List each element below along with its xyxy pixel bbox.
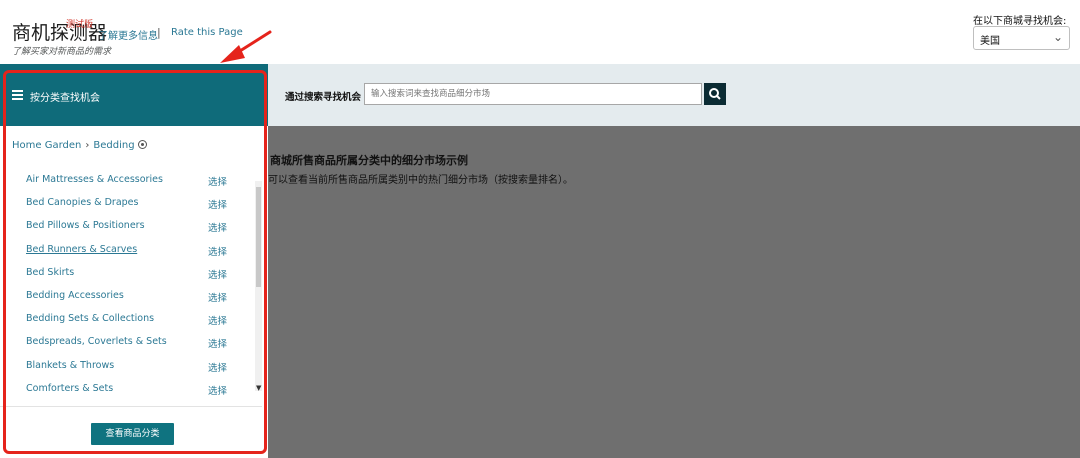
category-link[interactable]: Bed Pillows & Positioners [26,220,145,231]
breadcrumb-home-garden[interactable]: Home Garden [12,140,81,151]
category-link[interactable]: Bed Runners & Scarves [26,244,137,255]
top-header: 商机探测器 测试版 了解买家对新商品的需求 了解更多信息 | Rate this… [0,0,1080,64]
select-category-button[interactable]: 选择 [208,197,227,211]
category-panel: 按分类查找机会 Home Garden › Bedding Air Mattress… [0,64,268,458]
marketplace-selected-value: 美国 [980,36,1000,47]
header-separator: | [157,26,161,39]
category-panel-header: 按分类查找机会 [0,64,268,126]
search-button[interactable] [704,83,726,105]
beta-badge: 测试版 [66,20,94,30]
view-categories-button[interactable]: 查看商品分类 [91,423,174,445]
main-content-overlay: 商城所售商品所属分类中的细分市场示例 可以查看当前所售商品所属类别中的热门细分市… [268,126,1080,458]
list-item: Bedding Sets & Collections 选择 [0,307,255,330]
breadcrumb-bedding[interactable]: Bedding [93,140,134,151]
category-link[interactable]: Air Mattresses & Accessories [26,174,163,185]
search-label: 通过搜索寻找机会 [285,92,362,103]
list-item: Bed Skirts 选择 [0,261,255,284]
category-link[interactable]: Blankets & Throws [26,360,114,371]
category-link[interactable]: Bed Canopies & Drapes [26,197,138,208]
learn-more-link[interactable]: 了解更多信息 [98,27,158,42]
panel-divider [0,406,262,407]
category-link[interactable]: Bedding Sets & Collections [26,313,154,324]
list-item: Bed Pillows & Positioners 选择 [0,214,255,237]
category-link[interactable]: Bed Skirts [26,267,74,278]
chevron-right-icon: › [85,140,90,151]
select-category-button[interactable]: 选择 [208,313,227,327]
select-category-button[interactable]: 选择 [208,360,227,374]
list-item: Bedspreads, Coverlets & Sets 选择 [0,330,255,353]
select-category-button[interactable]: 选择 [208,383,227,397]
rate-page-link[interactable]: Rate this Page [171,27,243,38]
select-category-button[interactable]: 选择 [208,267,227,281]
scrollbar-thumb[interactable] [256,187,261,287]
select-category-button[interactable]: 选择 [208,336,227,350]
info-icon[interactable] [137,140,147,149]
scroll-down-arrow-icon[interactable]: ▼ [256,384,261,392]
menu-icon[interactable] [12,90,23,100]
search-input[interactable] [364,83,702,105]
marketplace-select[interactable]: 美国 ⌄ [973,26,1070,50]
category-panel-title: 按分类查找机会 [30,93,100,104]
region-label: 在以下商城寻找机会: [973,16,1067,27]
search-icon [709,88,721,100]
list-item: Bed Canopies & Drapes 选择 [0,191,255,214]
list-item: Air Mattresses & Accessories 选择 [0,168,255,191]
search-section: 通过搜索寻找机会 [268,64,1080,126]
category-link[interactable]: Bedding Accessories [26,290,124,301]
select-category-button[interactable]: 选择 [208,220,227,234]
category-scrollbar[interactable] [255,181,262,391]
select-category-button[interactable]: 选择 [208,174,227,188]
category-link[interactable]: Comforters & Sets [26,383,113,394]
list-item: Comforters & Sets 选择 [0,377,255,400]
niche-examples-title: 商城所售商品所属分类中的细分市场示例 [270,154,468,167]
category-list: Air Mattresses & Accessories 选择 Bed Canop… [0,168,255,400]
select-category-button[interactable]: 选择 [208,244,227,258]
list-item: Bed Runners & Scarves 选择 [0,238,255,261]
select-category-button[interactable]: 选择 [208,290,227,304]
niche-examples-description: 可以查看当前所售商品所属类别中的热门细分市场（按搜索量排名）。 [268,175,573,186]
breadcrumb: Home Garden › Bedding [12,140,147,151]
chevron-down-icon: ⌄ [1052,30,1063,44]
category-link[interactable]: Bedspreads, Coverlets & Sets [26,336,167,347]
list-item: Bedding Accessories 选择 [0,284,255,307]
app-subtitle: 了解买家对新商品的需求 [12,47,112,57]
list-item: Blankets & Throws 选择 [0,354,255,377]
